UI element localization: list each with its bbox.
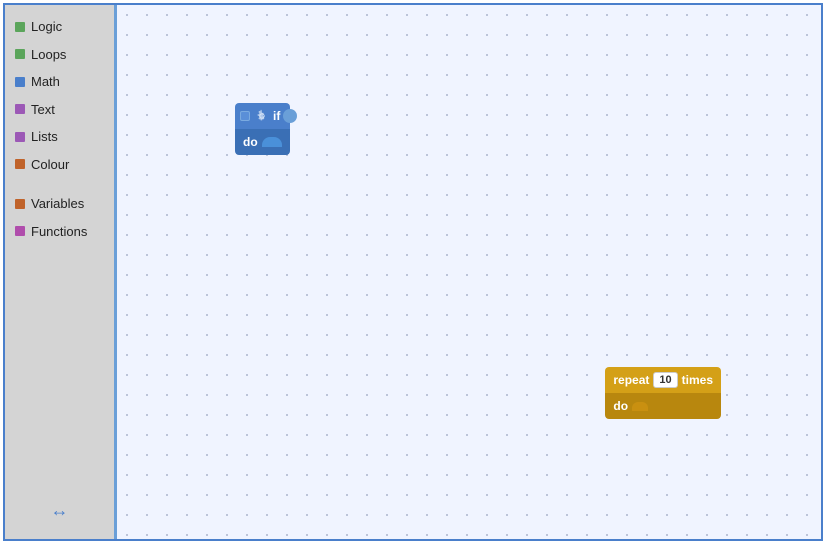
sidebar-label-colour: Colour xyxy=(31,155,69,175)
do-label: do xyxy=(243,135,258,149)
repeat-do-notch xyxy=(632,402,648,411)
colour-dot xyxy=(15,159,25,169)
if-do-notch xyxy=(262,137,282,147)
functions-dot xyxy=(15,226,25,236)
loops-dot xyxy=(15,49,25,59)
if-block-top[interactable]: if xyxy=(235,103,290,129)
math-dot xyxy=(15,77,25,87)
text-dot xyxy=(15,104,25,114)
repeat-block-bottom[interactable]: do xyxy=(605,393,721,419)
sidebar-item-lists[interactable]: Lists xyxy=(5,123,114,151)
resize-handle[interactable]: ↔ xyxy=(51,500,69,521)
sidebar-item-text[interactable]: Text xyxy=(5,96,114,124)
variables-dot xyxy=(15,199,25,209)
sidebar-item-variables[interactable]: Variables xyxy=(5,190,114,218)
repeat-suffix-label: times xyxy=(682,373,713,387)
repeat-do-label: do xyxy=(613,399,628,413)
repeat-block[interactable]: repeat 10 times do xyxy=(605,367,721,419)
sidebar-label-logic: Logic xyxy=(31,17,62,37)
block-canvas[interactable]: if do repeat 10 times do xyxy=(117,5,821,539)
sidebar-label-text: Text xyxy=(31,100,55,120)
sidebar-item-functions[interactable]: Functions xyxy=(5,218,114,246)
sidebar-item-loops[interactable]: Loops xyxy=(5,41,114,69)
sidebar-label-math: Math xyxy=(31,72,60,92)
repeat-prefix-label: repeat xyxy=(613,373,649,387)
sidebar-label-lists: Lists xyxy=(31,127,58,147)
sidebar-label-functions: Functions xyxy=(31,222,87,242)
logic-dot xyxy=(15,22,25,32)
repeat-input[interactable]: 10 xyxy=(653,372,677,388)
main-container: Logic Loops Math Text Lists Colour Varia… xyxy=(3,3,823,541)
repeat-block-top[interactable]: repeat 10 times xyxy=(605,367,721,393)
sidebar-label-loops: Loops xyxy=(31,45,66,65)
sidebar-item-colour[interactable]: Colour xyxy=(5,151,114,179)
resize-icon: ↔ xyxy=(51,500,69,520)
if-block-bottom[interactable]: do xyxy=(235,129,290,155)
sidebar-item-logic[interactable]: Logic xyxy=(5,13,114,41)
sidebar: Logic Loops Math Text Lists Colour Varia… xyxy=(5,5,117,539)
gear-icon xyxy=(255,109,269,123)
if-label: if xyxy=(273,109,280,123)
lists-dot xyxy=(15,132,25,142)
sidebar-label-variables: Variables xyxy=(31,194,84,214)
if-block[interactable]: if do xyxy=(235,103,290,155)
sidebar-item-math[interactable]: Math xyxy=(5,68,114,96)
